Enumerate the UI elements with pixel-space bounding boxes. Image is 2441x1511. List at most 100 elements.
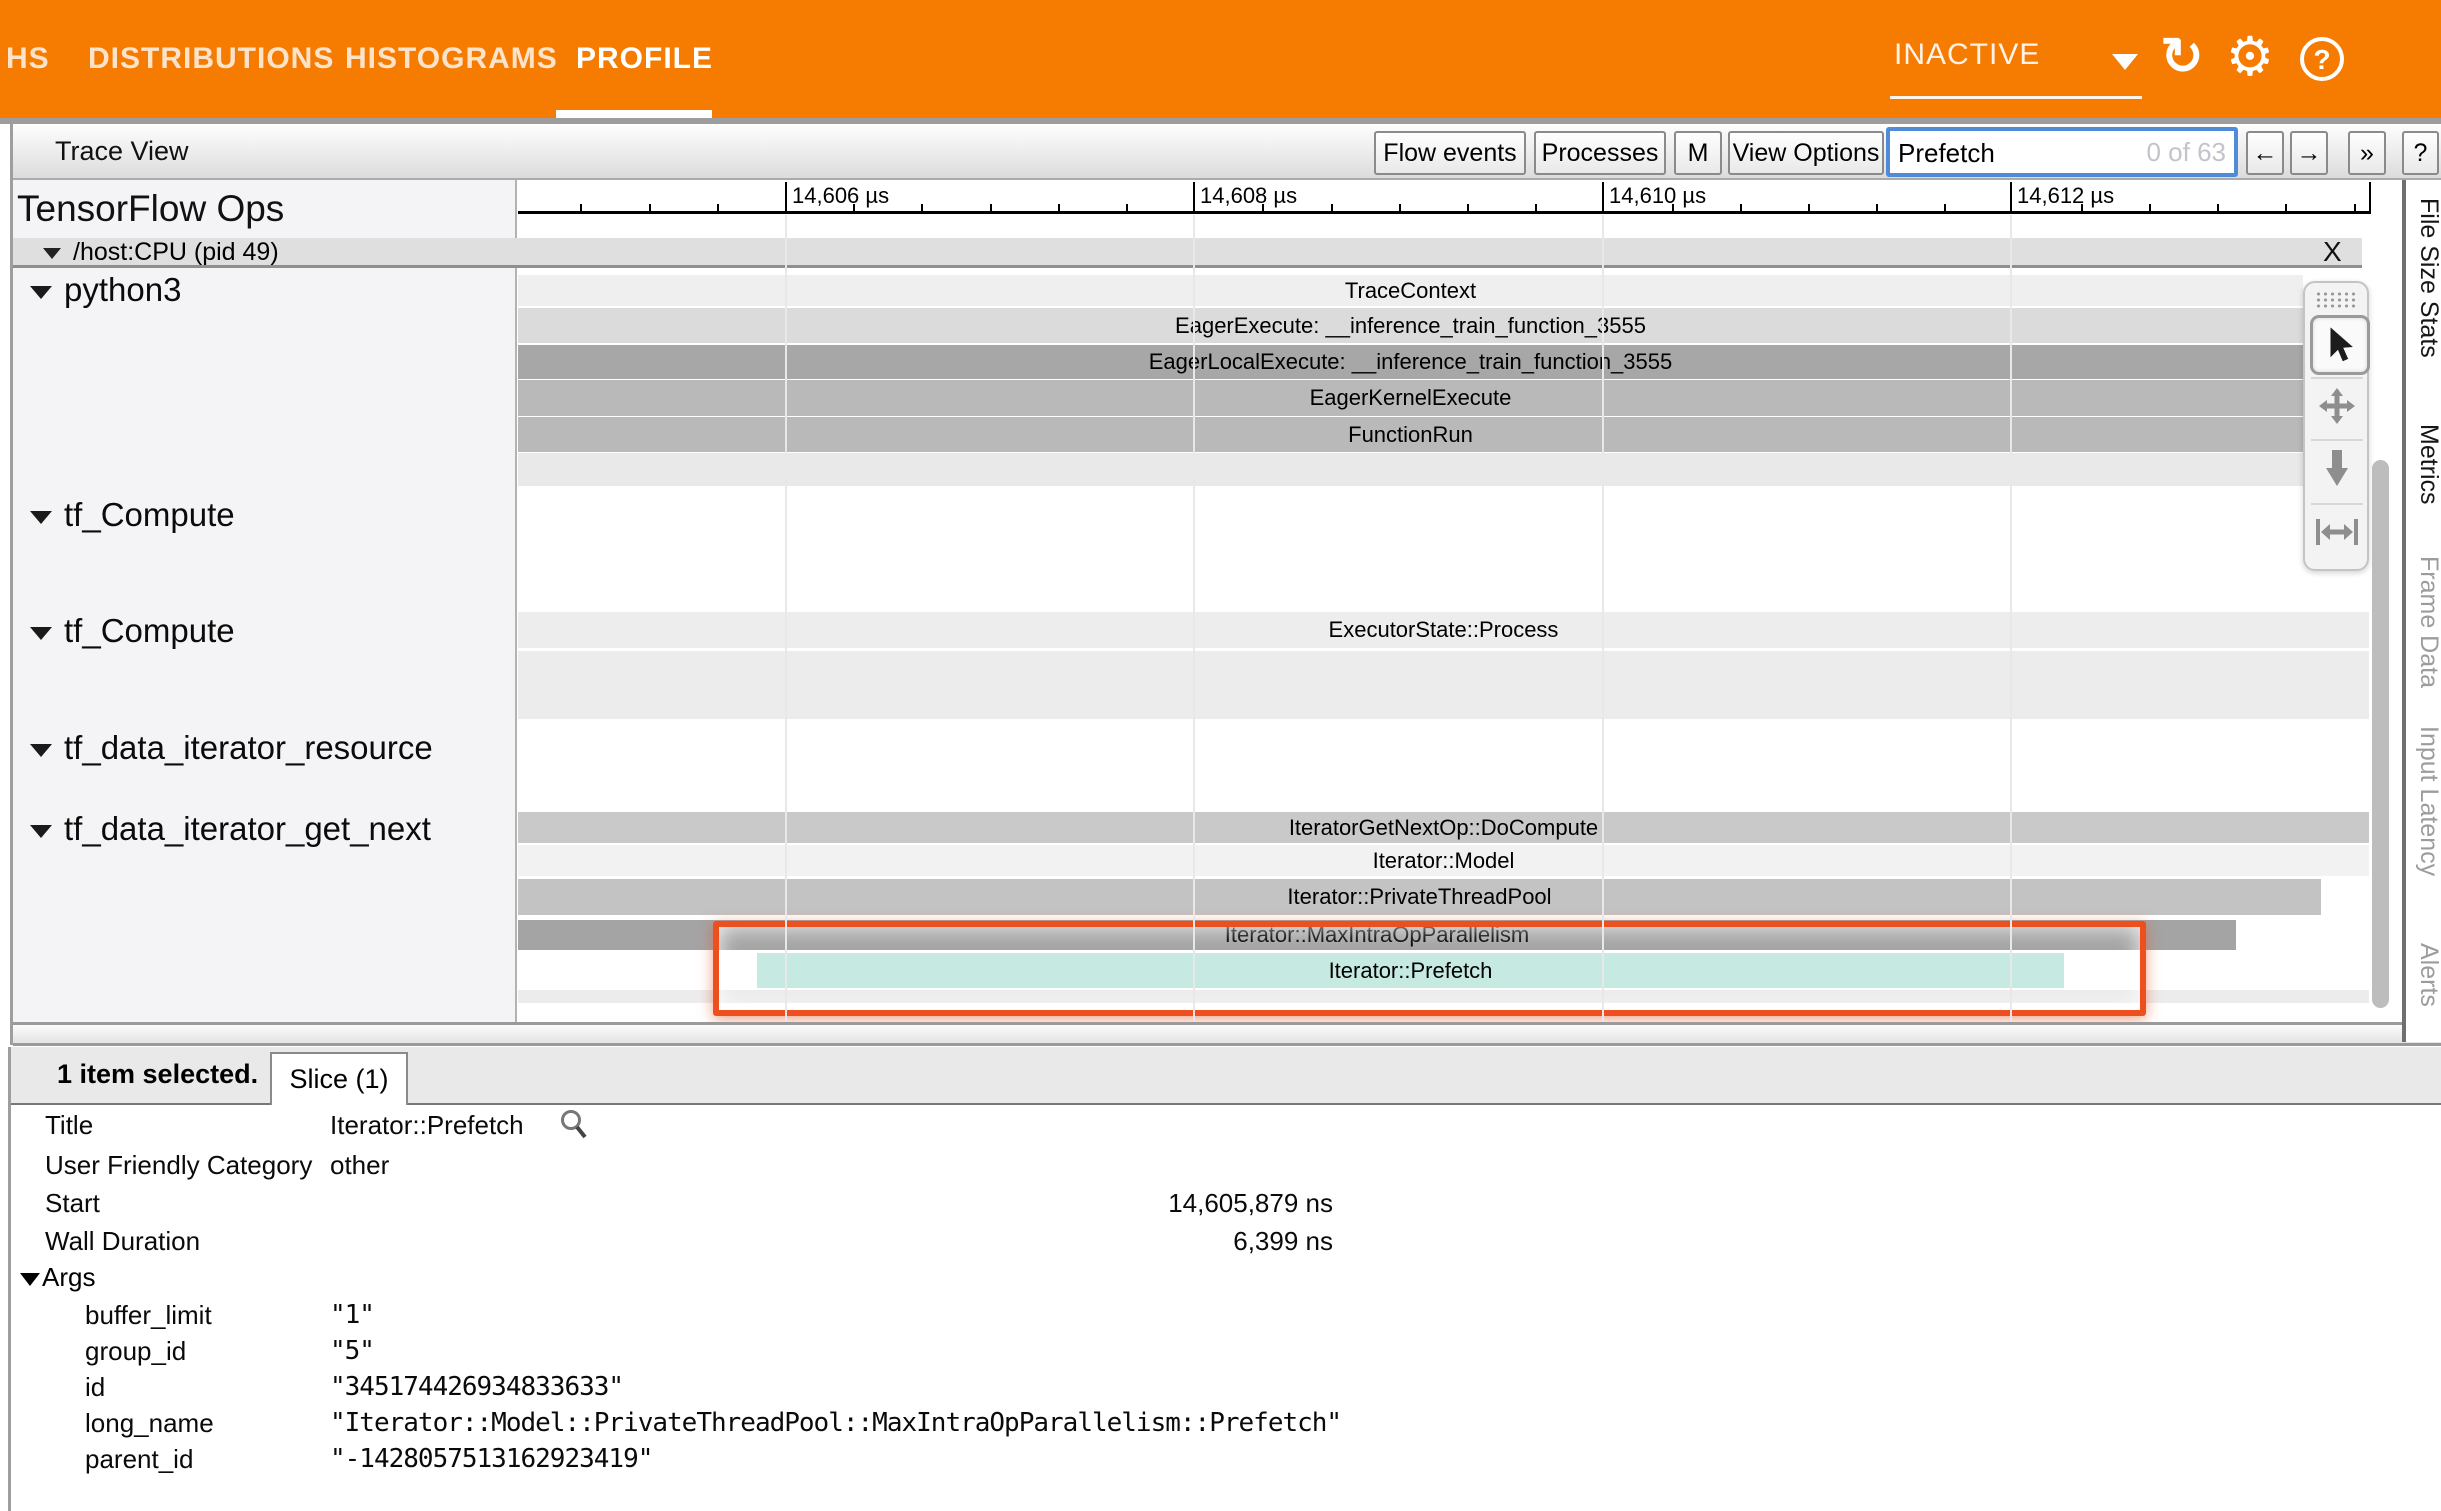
side-tab-input-latency: Input Latency [2414, 726, 2441, 876]
close-process-button[interactable]: X [2323, 236, 2342, 268]
side-tab-metrics[interactable]: Metrics [2414, 424, 2441, 505]
side-tab-strip: File Size StatsMetricsFrame DataInput La… [2402, 180, 2441, 1042]
more-button[interactable]: » [2348, 131, 2386, 175]
vertical-scrollbar[interactable] [2372, 460, 2389, 1008]
pan-tool-button[interactable] [2310, 379, 2364, 433]
tab-distributions[interactable]: DISTRIBUTIONS [88, 0, 334, 118]
trace-slice[interactable]: Iterator::PrivateThreadPool [518, 879, 2321, 915]
ruler-minor-tick [1331, 204, 1333, 212]
arg-value-long_name: "Iterator::Model::PrivateThreadPool::Max… [330, 1408, 1341, 1438]
toolbar-button-flow-events[interactable]: Flow events [1374, 131, 1526, 175]
ruler-minor-tick [1126, 204, 1128, 212]
args-section-header[interactable]: Args [20, 1262, 95, 1293]
tab-profile[interactable]: PROFILE [576, 0, 713, 118]
ruler-minor-tick [580, 204, 582, 212]
trace-slice[interactable]: IteratorGetNextOp::DoCompute [518, 812, 2369, 843]
horizontal-scrollbar-track[interactable] [13, 1025, 2441, 1046]
detail-label-title: Title [45, 1110, 93, 1141]
arg-key-parent_id: parent_id [85, 1444, 193, 1475]
arg-key-id: id [85, 1372, 105, 1403]
selection-summary: 1 item selected. [57, 1059, 258, 1090]
ruler-minor-tick [1058, 204, 1060, 212]
track-label-tf-Compute[interactable]: tf_Compute [64, 612, 235, 650]
collapse-triangle-icon[interactable] [30, 627, 52, 640]
palette-drag-handle[interactable] [2315, 291, 2359, 309]
side-tab-file-size-stats[interactable]: File Size Stats [2414, 198, 2441, 358]
detail-label-user-friendly-category: User Friendly Category [45, 1150, 312, 1181]
trace-slice[interactable]: ExecutorState::Process [518, 612, 2369, 648]
help-icon[interactable]: ? [2300, 37, 2344, 81]
detail-value-start: 14,605,879 ns [700, 1188, 1333, 1219]
ruler-minor-tick [1944, 204, 1946, 212]
timeline-gridline [2010, 215, 2012, 1022]
track-label-tf-data-iterator-resource[interactable]: tf_data_iterator_resource [64, 729, 433, 767]
trace-view-title: Trace View [55, 136, 189, 167]
arg-value-parent_id: "-1428057513162923419" [330, 1444, 652, 1474]
timing-tool-button[interactable] [2310, 505, 2364, 559]
toolbar-button-processes[interactable]: Processes [1534, 131, 1666, 175]
find-prev-button[interactable]: ← [2246, 131, 2284, 175]
ruler-minor-tick [1672, 204, 1674, 212]
magnifier-icon[interactable] [558, 1108, 590, 1147]
app-header-bar: INACTIVE ↻ ⚙ ? HS DISTRIBUTIONSHISTOGRAMS… [0, 0, 2441, 118]
ruler-tick-label: 14,612 µs [2017, 183, 2114, 209]
tensorboard-window: INACTIVE ↻ ⚙ ? HS DISTRIBUTIONSHISTOGRAMS… [0, 0, 2441, 1511]
run-selector-underline [1890, 96, 2142, 99]
arg-key-group_id: group_id [85, 1336, 186, 1367]
zoom-tool-button[interactable] [2310, 441, 2364, 495]
trace-search-box[interactable]: 0 of 63 [1886, 127, 2238, 177]
detail-value-wall-duration: 6,399 ns [700, 1226, 1333, 1257]
timeline-gridline [785, 215, 787, 1022]
tab-slice[interactable]: Slice (1) [270, 1052, 408, 1105]
search-result-count: 0 of 63 [2146, 137, 2226, 168]
run-selector-dropdown[interactable]: INACTIVE [1890, 30, 2142, 98]
selection-tool-button[interactable] [2310, 315, 2370, 375]
arg-key-long_name: long_name [85, 1408, 214, 1439]
ruler-minor-tick [1262, 204, 1264, 212]
detail-label-wall-duration: Wall Duration [45, 1226, 200, 1257]
ruler-minor-tick [2217, 204, 2219, 212]
detail-label-start: Start [45, 1188, 100, 1219]
trace-slice-unlabeled[interactable] [518, 651, 2369, 719]
find-next-button[interactable]: → [2290, 131, 2328, 175]
collapse-triangle-icon[interactable] [30, 744, 52, 757]
arg-key-buffer_limit: buffer_limit [85, 1300, 212, 1331]
ruler-tick-label: 14,608 µs [1200, 183, 1297, 209]
detail-value-user-friendly-category: other [330, 1150, 389, 1181]
trace-slice[interactable]: Iterator::Model [518, 845, 2369, 876]
ruler-minor-tick [2081, 204, 2083, 212]
tool-palette [2303, 281, 2369, 571]
collapse-triangle-icon[interactable] [30, 286, 52, 299]
track-label-python3[interactable]: python3 [64, 271, 181, 309]
toolbar-button-view-options[interactable]: View Options [1728, 131, 1884, 175]
toolbar-button-m[interactable]: M [1674, 131, 1722, 175]
ruler-baseline [518, 211, 2371, 214]
track-label-tf-Compute[interactable]: tf_Compute [64, 496, 235, 534]
ruler-minor-tick [649, 204, 651, 212]
track-label-tf-data-iterator-get-next[interactable]: tf_data_iterator_get_next [64, 810, 431, 848]
tab-hs[interactable]: HS [6, 0, 50, 118]
collapse-triangle-icon[interactable] [30, 511, 52, 524]
refresh-icon[interactable]: ↻ [2152, 0, 2212, 118]
ruler-tick-label: 14,606 µs [792, 183, 889, 209]
pan-arrows-icon [2317, 386, 2357, 426]
horizontal-measure-icon [2315, 517, 2359, 547]
help-button[interactable]: ? [2402, 131, 2439, 175]
arg-value-group_id: "5" [330, 1336, 374, 1366]
column-divider [515, 180, 517, 1022]
ruler-minor-tick [2285, 204, 2287, 212]
collapse-triangle-icon[interactable] [30, 825, 52, 838]
ruler-major-tick [785, 182, 787, 212]
ruler-major-tick [1193, 182, 1195, 212]
search-input[interactable] [1896, 133, 2140, 173]
arg-value-buffer_limit: "1" [330, 1300, 374, 1330]
analysis-panel-left-border [8, 1047, 11, 1511]
down-arrow-icon [2320, 448, 2354, 488]
ruler-minor-tick [1399, 204, 1401, 212]
ruler-minor-tick [1467, 204, 1469, 212]
ruler-minor-tick [853, 204, 855, 212]
tab-histograms[interactable]: HISTOGRAMS [345, 0, 558, 118]
cursor-arrow-icon [2323, 326, 2357, 364]
gear-icon[interactable]: ⚙ [2218, 0, 2282, 118]
selection-highlight-rect [713, 921, 2146, 1016]
